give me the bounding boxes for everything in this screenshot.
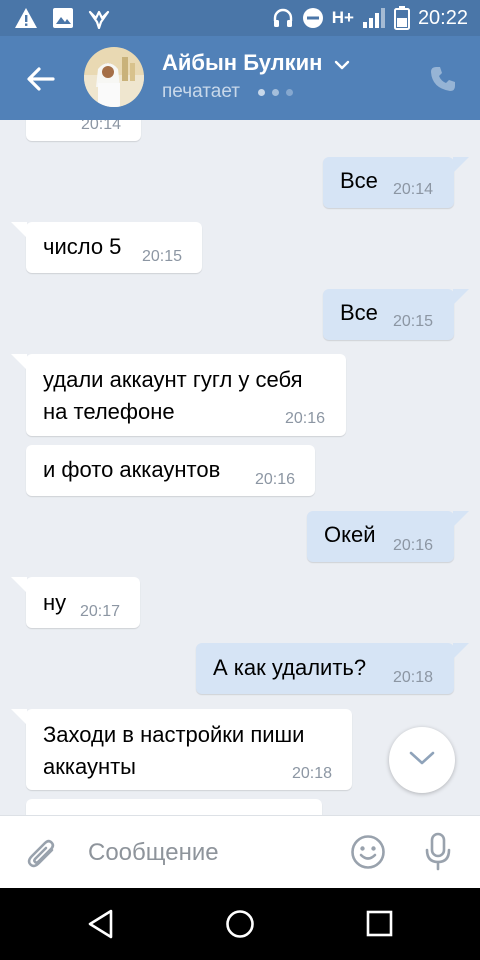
- message-time: 20:16: [393, 537, 434, 554]
- message-text: А как удалить?: [213, 655, 367, 680]
- message-time: 20:16: [285, 410, 326, 427]
- message-out[interactable]: А как удалить? 20:18: [196, 643, 469, 694]
- message-text: число 5: [43, 234, 122, 259]
- message-composer: [0, 815, 480, 889]
- chevron-down-icon: [408, 749, 436, 772]
- chevron-down-icon[interactable]: [333, 58, 351, 76]
- nav-home-icon[interactable]: [224, 908, 256, 945]
- message-time: 20:15: [393, 313, 434, 330]
- status-time: 20:22: [417, 6, 468, 29]
- system-nav-bar: [0, 888, 480, 960]
- network-type: H+: [331, 8, 354, 27]
- avatar[interactable]: [84, 47, 144, 107]
- message-in-partial[interactable]: [26, 799, 322, 815]
- nav-recents-icon[interactable]: [366, 908, 394, 945]
- emoji-icon[interactable]: [350, 834, 386, 875]
- image-icon: [52, 7, 74, 29]
- message-time: 20:14: [81, 120, 122, 133]
- message-out[interactable]: Все 20:15: [323, 289, 469, 340]
- back-arrow-icon: [24, 67, 58, 100]
- paperclip-icon[interactable]: [26, 836, 58, 877]
- message-out[interactable]: Окей 20:16: [307, 511, 469, 562]
- scroll-down-button[interactable]: [389, 727, 455, 793]
- message-time: 20:18: [393, 669, 434, 686]
- battery-icon: [393, 6, 410, 30]
- message-time: 20:15: [142, 248, 183, 265]
- message-text: Окей: [324, 522, 376, 547]
- nav-back-icon[interactable]: [86, 908, 116, 945]
- message-time: 20:16: [255, 471, 296, 488]
- phone-icon[interactable]: [428, 64, 458, 99]
- message-input[interactable]: [86, 830, 340, 876]
- message-in[interactable]: и фото аккаунтов 20:16: [26, 445, 315, 496]
- chat-header: Айбын Булкин печатает: [0, 36, 480, 120]
- message-text: и фото аккаунтов: [43, 457, 221, 482]
- microphone-icon[interactable]: [422, 832, 454, 877]
- typing-status: печатает: [162, 81, 240, 102]
- message-in[interactable]: ну 20:17: [11, 577, 140, 628]
- message-text: Все: [340, 168, 378, 193]
- message-in[interactable]: 25 20:14: [26, 120, 141, 141]
- message-text: Все: [340, 300, 378, 325]
- warning-icon: [14, 7, 38, 29]
- status-bar: H+ 20:22: [0, 0, 480, 36]
- message-text: ну: [43, 590, 67, 615]
- message-time: 20:14: [393, 181, 434, 198]
- message-text: удали аккаунт гугл у себя на телефоне: [43, 367, 303, 424]
- message-time: 20:18: [292, 765, 333, 782]
- message-time: 20:17: [80, 603, 121, 620]
- back-button[interactable]: [24, 62, 58, 96]
- message-in[interactable]: Заходи в настройки пиши аккаунты 20:18: [11, 709, 352, 790]
- message-text: 25: [43, 120, 67, 128]
- do-not-disturb-icon: [302, 7, 324, 29]
- signal-icon: [362, 7, 386, 29]
- message-in[interactable]: число 5 20:15: [11, 222, 202, 273]
- vk-logo-icon: [88, 7, 110, 29]
- message-text: Заходи в настройки пиши аккаунты: [43, 722, 305, 779]
- headset-icon: [272, 7, 294, 29]
- message-list[interactable]: 25 20:14 Все 20:14 число 5 20:15 Все 20:…: [0, 120, 480, 815]
- contact-name[interactable]: Айбын Булкин: [162, 50, 322, 76]
- message-out[interactable]: Все 20:14: [323, 157, 469, 208]
- typing-dots: [258, 89, 293, 96]
- message-in[interactable]: удали аккаунт гугл у себя на телефоне 20…: [11, 354, 346, 436]
